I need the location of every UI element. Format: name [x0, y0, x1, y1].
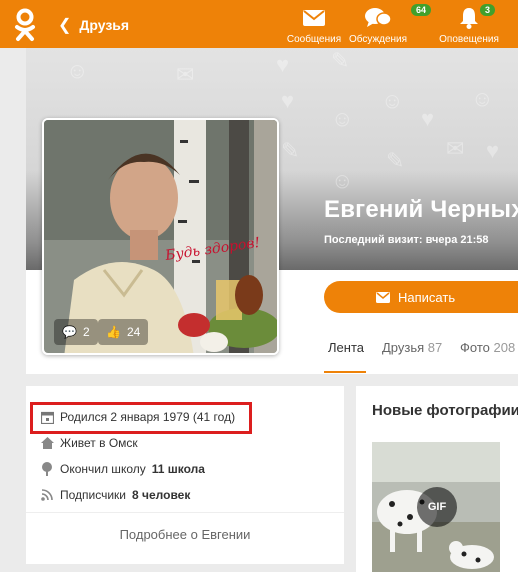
tab-photos[interactable]: Фото 208: [460, 340, 515, 355]
top-bar: ❮ Друзья Сообщения 64 Обсуждения 3 Опове…: [0, 0, 518, 48]
new-photos-card: Новые фотографии GIF: [356, 386, 518, 572]
avatar-comments-count: 2: [82, 325, 90, 339]
highlight-box: [30, 402, 252, 434]
profile-avatar[interactable]: Будь здоров! 💬 2 👍 24: [42, 118, 279, 355]
school-row: Окончил школу 11 школа: [40, 462, 205, 476]
tab-friends-count: 87: [427, 340, 443, 355]
nav-discussions[interactable]: 64 Обсуждения: [333, 4, 432, 45]
avatar-likes-button[interactable]: 👍 24: [98, 319, 149, 345]
location-text: Живет в Омск: [60, 436, 138, 450]
new-photos-title: Новые фотографии: [372, 402, 518, 419]
pattern-icon: ☺: [331, 106, 354, 131]
more-about-link[interactable]: Подробнее о Евгении: [26, 527, 344, 542]
nav-notifications-label: Оповещения: [439, 34, 499, 45]
ok-logo-icon[interactable]: [12, 8, 38, 42]
tab-photos-label: Фото: [460, 340, 490, 355]
divider: [26, 512, 344, 513]
nav-discussions-label: Обсуждения: [348, 34, 408, 45]
pattern-icon: ☺: [381, 88, 404, 113]
back-to-friends-link[interactable]: ❮ Друзья: [58, 15, 129, 35]
tab-friends[interactable]: Друзья 87: [382, 340, 442, 355]
write-message-label: Написать: [398, 289, 456, 305]
school-prefix: Окончил школу: [60, 462, 146, 476]
pattern-icon: ♥: [486, 138, 500, 163]
back-label: Друзья: [79, 17, 130, 33]
discussions-badge: 64: [411, 4, 432, 16]
thumbs-up-icon: 👍: [106, 325, 121, 339]
chevron-left-icon: ❮: [58, 17, 72, 34]
gif-badge: GIF: [417, 487, 457, 527]
profile-name: Евгений Черных: [324, 196, 518, 223]
pattern-icon: ✉: [176, 62, 195, 87]
school-link[interactable]: 11 школа: [152, 462, 205, 476]
pattern-icon: ☺: [66, 58, 89, 83]
subscribers-row: Подписчики 8 человек: [40, 488, 190, 502]
pattern-icon: ♥: [281, 88, 295, 113]
pattern-icon: ☺: [471, 86, 494, 111]
envelope-icon: [376, 291, 390, 303]
pattern-icon: ✎: [331, 48, 350, 73]
write-message-button[interactable]: Написать: [324, 281, 518, 313]
pattern-icon: ♥: [276, 52, 290, 77]
home-icon: [40, 436, 54, 450]
subscribers-prefix: Подписчики: [60, 488, 127, 502]
location-row: Живет в Омск: [40, 436, 138, 450]
photo-thumbnail[interactable]: GIF: [372, 442, 500, 572]
tab-feed-label: Лента: [328, 340, 364, 355]
avatar-likes-count: 24: [126, 325, 141, 339]
tab-photos-count: 208: [493, 340, 516, 355]
pattern-icon: ♥: [421, 106, 435, 131]
active-tab-indicator: [324, 371, 366, 373]
school-icon: [40, 462, 54, 476]
avatar-comments-button[interactable]: 💬 2: [54, 319, 98, 345]
pattern-icon: ☺: [331, 168, 354, 193]
chat-bubbles-icon: [333, 6, 423, 30]
tab-friends-label: Друзья: [382, 340, 425, 355]
subscribers-link[interactable]: 8 человек: [132, 488, 190, 502]
last-visit: Последний визит: вчера 21:58: [324, 234, 489, 246]
pattern-icon: ✎: [281, 138, 300, 163]
nav-notifications[interactable]: 3 Оповещения: [436, 4, 502, 45]
pattern-icon: ✉: [446, 136, 465, 161]
notifications-badge: 3: [480, 4, 496, 16]
comment-icon: 💬: [62, 325, 77, 339]
rss-icon: [40, 488, 54, 502]
tab-feed[interactable]: Лента: [328, 340, 364, 355]
pattern-icon: ✎: [386, 148, 405, 173]
